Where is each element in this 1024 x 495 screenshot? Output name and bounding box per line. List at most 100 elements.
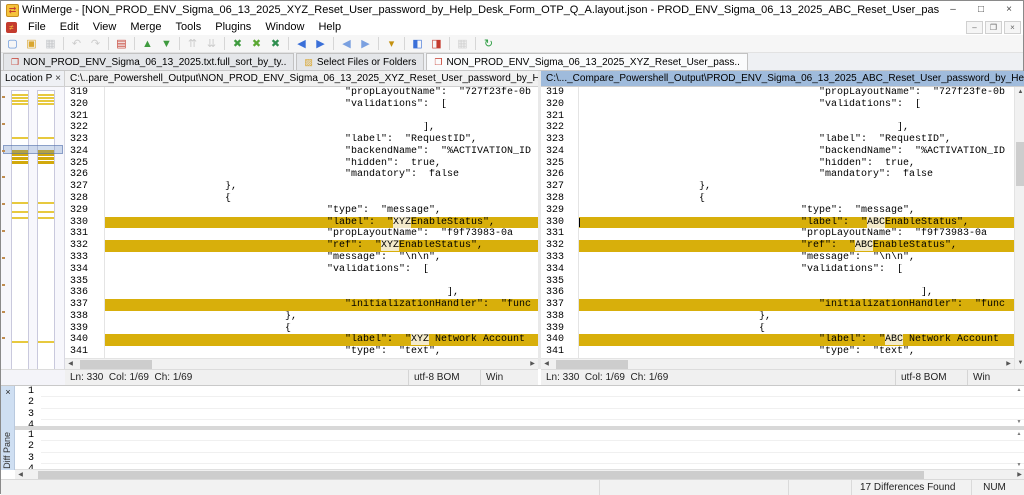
- prev-diff-button[interactable]: ▲: [138, 36, 157, 52]
- code-line-334[interactable]: 334"validations": [: [541, 264, 1014, 276]
- code-line-322[interactable]: 322],: [541, 122, 1014, 134]
- copy-left-button[interactable]: ◀: [292, 36, 311, 52]
- code-line-325[interactable]: 325"hidden": true,: [541, 158, 1014, 170]
- right-hscrollbar[interactable]: ◀ ▶: [541, 358, 1014, 369]
- diff-line-2[interactable]: 2: [15, 441, 1024, 452]
- code-line-332[interactable]: 332"ref": "ABCEnableStatus",: [541, 240, 1014, 252]
- diff-scroll-up-icon[interactable]: ▲: [1015, 387, 1023, 393]
- menu-edit[interactable]: Edit: [53, 19, 86, 35]
- mdi-minimize-button[interactable]: –: [966, 21, 983, 34]
- new-button[interactable]: ▢: [3, 36, 22, 52]
- code-line-324[interactable]: 324"backendName": "%ACTIVATION_ID: [541, 146, 1014, 158]
- match-case-button[interactable]: ▦: [453, 36, 472, 52]
- code-line-335[interactable]: 335: [541, 276, 1014, 288]
- code-line-334[interactable]: 334"validations": [: [65, 264, 538, 276]
- diff-editor-bottom[interactable]: 1234: [15, 430, 1024, 470]
- code-line-323[interactable]: 323"label": "RequestID",: [541, 134, 1014, 146]
- left-code-pane[interactable]: 319"propLayoutName": "727f23fe-0b320"val…: [65, 87, 538, 358]
- diff-editor-top[interactable]: 1234: [15, 386, 1024, 426]
- code-line-340[interactable]: 340"label": "XYZ Network Account: [65, 334, 538, 346]
- code-line-327[interactable]: 327},: [541, 181, 1014, 193]
- code-line-332[interactable]: 332"ref": "XYZEnableStatus",: [65, 240, 538, 252]
- diff-scroll-down-icon[interactable]: ▼: [1015, 419, 1023, 425]
- merge-all-button[interactable]: ✖: [266, 36, 285, 52]
- tab-3[interactable]: ❒NON_PROD_ENV_Sigma_06_13_2025_XYZ_Reset…: [426, 53, 748, 70]
- menu-plugins[interactable]: Plugins: [208, 19, 258, 35]
- menu-tools[interactable]: Tools: [169, 19, 209, 35]
- last-diff-button[interactable]: ⇊: [202, 36, 221, 52]
- code-line-319[interactable]: 319"propLayoutName": "727f23fe-0b: [541, 87, 1014, 99]
- scroll-up-icon[interactable]: ▲: [1015, 87, 1024, 98]
- open-button[interactable]: ▣: [22, 36, 41, 52]
- code-line-321[interactable]: 321: [65, 111, 538, 123]
- first-diff-button[interactable]: ⇈: [183, 36, 202, 52]
- code-line-331[interactable]: 331"propLayoutName": "f9f73983-0a: [65, 228, 538, 240]
- code-line-326[interactable]: 326"mandatory": false: [65, 169, 538, 181]
- merge-right-button[interactable]: ✖: [247, 36, 266, 52]
- compare-mode-button[interactable]: ◨: [427, 36, 446, 52]
- menu-help[interactable]: Help: [311, 19, 348, 35]
- code-line-319[interactable]: 319"propLayoutName": "727f23fe-0b: [65, 87, 538, 99]
- code-line-337[interactable]: 337"initializationHandler": "func: [541, 299, 1014, 311]
- code-line-320[interactable]: 320"validations": [: [541, 99, 1014, 111]
- code-line-326[interactable]: 326"mandatory": false: [541, 169, 1014, 181]
- merge-left-button[interactable]: ✖: [228, 36, 247, 52]
- tab-2[interactable]: ▨Select Files or Folders: [296, 53, 424, 70]
- code-line-331[interactable]: 331"propLayoutName": "f9f73983-0a: [541, 228, 1014, 240]
- right-file-header[interactable]: C:\..._Compare_Powershell_Output\PROD_EN…: [541, 71, 1024, 87]
- code-line-340[interactable]: 340"label": "ABC Network Account: [541, 334, 1014, 346]
- code-line-336[interactable]: 336],: [65, 287, 538, 299]
- menu-merge[interactable]: Merge: [123, 19, 168, 35]
- code-line-322[interactable]: 322],: [65, 122, 538, 134]
- copy-right-button[interactable]: ▶: [311, 36, 330, 52]
- code-line-325[interactable]: 325"hidden": true,: [65, 158, 538, 170]
- code-line-341[interactable]: 341"type": "text",: [65, 346, 538, 358]
- left-file-header[interactable]: C:\..pare_Powershell_Output\NON_PROD_ENV…: [65, 71, 538, 87]
- code-line-336[interactable]: 336],: [541, 287, 1014, 299]
- location-column-left[interactable]: [11, 90, 29, 378]
- right-hscroll-thumb[interactable]: [556, 360, 628, 369]
- menu-window[interactable]: Window: [258, 19, 311, 35]
- code-line-338[interactable]: 338},: [541, 311, 1014, 323]
- diff-line-1[interactable]: 1: [15, 386, 1024, 397]
- close-button[interactable]: ×: [995, 1, 1023, 19]
- location-viewport-indicator[interactable]: [3, 145, 63, 154]
- mdi-restore-button[interactable]: ❐: [985, 21, 1002, 34]
- diff-hscrollbar[interactable]: ◀ ▶: [15, 469, 1024, 479]
- code-line-339[interactable]: 339{: [541, 323, 1014, 335]
- swap-panes-button[interactable]: ◧: [408, 36, 427, 52]
- next-diff-button[interactable]: ▼: [157, 36, 176, 52]
- refresh-button[interactable]: ↻: [479, 36, 498, 52]
- location-pane[interactable]: [1, 87, 65, 385]
- mdi-close-button[interactable]: ×: [1004, 21, 1021, 34]
- select-files-button[interactable]: ▤: [112, 36, 131, 52]
- diff-pane-close-icon[interactable]: ×: [1, 386, 15, 398]
- diff-line-3[interactable]: 3: [15, 453, 1024, 464]
- diff-scroll-down-icon[interactable]: ▼: [1015, 462, 1023, 468]
- code-line-328[interactable]: 328{: [65, 193, 538, 205]
- code-line-327[interactable]: 327},: [65, 181, 538, 193]
- undo-button[interactable]: ↶: [67, 36, 86, 52]
- right-vscrollbar[interactable]: ▲ ▼: [1014, 87, 1024, 369]
- left-hscrollbar[interactable]: ◀ ▶: [65, 358, 538, 369]
- diff-line-3[interactable]: 3: [15, 409, 1024, 420]
- copy-left-advance-button[interactable]: ◀: [337, 36, 356, 52]
- code-line-329[interactable]: 329"type": "message",: [541, 205, 1014, 217]
- code-line-337[interactable]: 337"initializationHandler": "func: [65, 299, 538, 311]
- diff-scroll-up-icon[interactable]: ▲: [1015, 431, 1023, 437]
- code-line-328[interactable]: 328{: [541, 193, 1014, 205]
- code-line-321[interactable]: 321: [541, 111, 1014, 123]
- code-line-333[interactable]: 333"message": "\n\n",: [65, 252, 538, 264]
- tab-1[interactable]: ❒NON_PROD_ENV_Sigma_06_13_2025.txt.full_…: [3, 53, 294, 70]
- copy-right-advance-button[interactable]: ▶: [356, 36, 375, 52]
- code-line-330[interactable]: 330"label": "XYZEnableStatus",: [65, 217, 538, 229]
- location-pane-close-icon[interactable]: ×: [52, 71, 64, 87]
- right-vscroll-thumb[interactable]: [1016, 142, 1024, 186]
- redo-button[interactable]: ↷: [86, 36, 105, 52]
- left-hscroll-thumb[interactable]: [80, 360, 152, 369]
- code-line-338[interactable]: 338},: [65, 311, 538, 323]
- scroll-down-icon[interactable]: ▼: [1015, 358, 1024, 369]
- code-line-324[interactable]: 324"backendName": "%ACTIVATION_ID: [65, 146, 538, 158]
- auto-merge-button[interactable]: ▾: [382, 36, 401, 52]
- diff-line-2[interactable]: 2: [15, 397, 1024, 408]
